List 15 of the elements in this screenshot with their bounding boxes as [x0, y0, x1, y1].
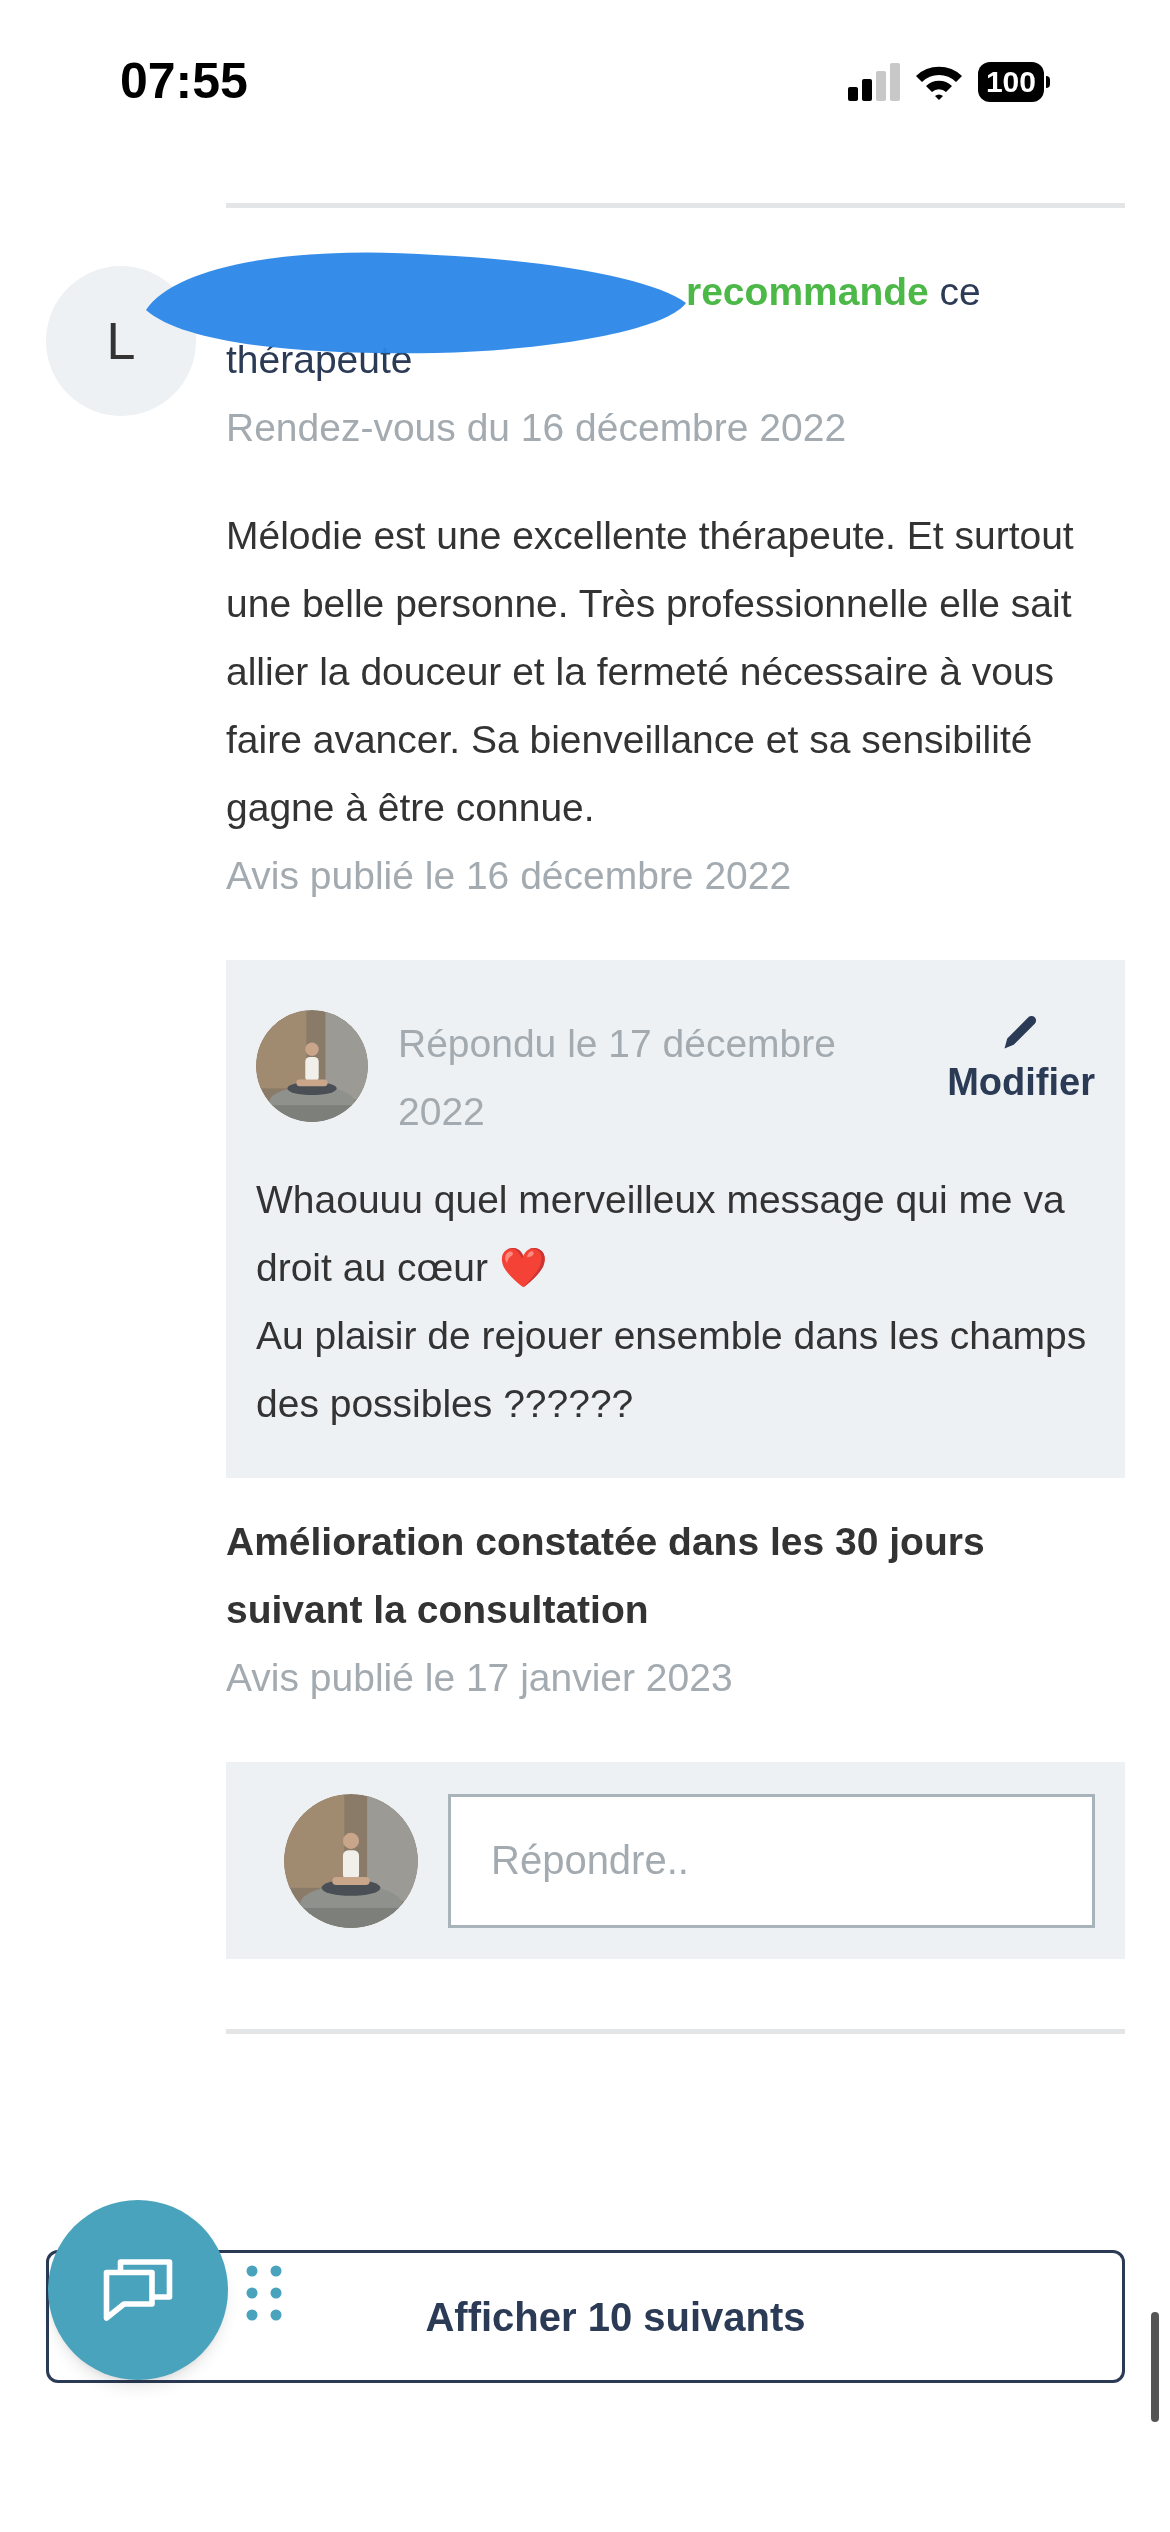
signal-icon: [847, 62, 900, 101]
battery-icon: 100: [977, 61, 1044, 102]
appointment-date: Rendez-vous du 16 décembre 2022: [226, 405, 848, 451]
reply-text: Au plaisir de rejouer ensemble dans les champs des possibles ??????: [256, 1313, 1088, 1427]
reply-text: Whaouuu quel merveilleux message qui me va droit au cœur ❤: [256, 1177, 1066, 1291]
reply-date: Répondu le 17 décembre 2022: [398, 1021, 837, 1135]
drag-handle-icon: [246, 2265, 282, 2321]
avatar: L: [46, 266, 196, 416]
improvement-note: Amélioration constatée dans les 30 jours suivant la consultation: [226, 1519, 986, 1633]
reply-field[interactable]: Répondre..: [448, 1793, 1095, 1928]
review-published-date: Avis publié le 16 décembre 2022: [226, 853, 793, 899]
status-time: 07:55: [120, 52, 248, 111]
review-text: Mélodie est une excellente thérapeute. Et surtout une belle personne. Très professionnelle elle sait allier la douceur et la fermeté nécessaire à vous faire avancer. Sa bienveillance et sa sensibilité gagne à être connue.: [226, 513, 1075, 831]
improvement-published-date: Avis publié le 17 janvier 2023: [226, 1655, 734, 1701]
edit-button[interactable]: Modifier: [947, 1010, 1095, 1111]
